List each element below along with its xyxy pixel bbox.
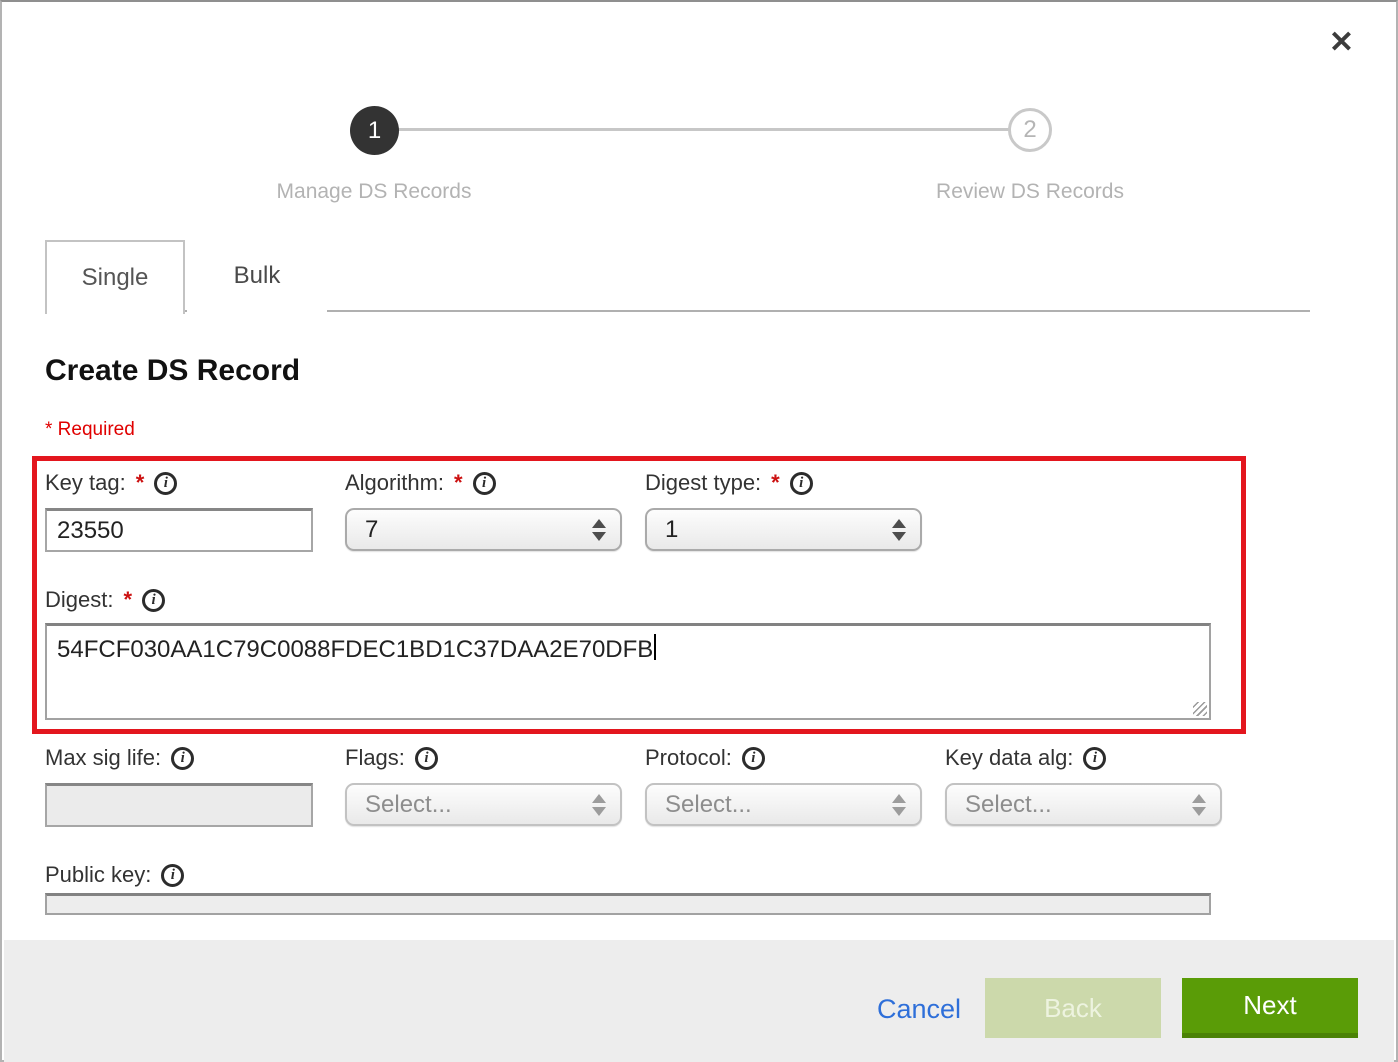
public-key-info-icon[interactable]: i (161, 864, 184, 887)
public-key-textarea[interactable] (45, 893, 1211, 915)
stepper-step-1-number: 1 (368, 117, 381, 145)
cancel-link[interactable]: Cancel (877, 994, 961, 1025)
digest-type-select-value: 1 (665, 516, 892, 544)
key-tag-required-star: * (136, 470, 145, 496)
key-data-alg-select[interactable]: Select... (945, 783, 1222, 826)
stepper-step-2-label: Review DS Records (870, 180, 1190, 204)
algorithm-info-icon[interactable]: i (473, 472, 496, 495)
tab-bulk-label: Bulk (234, 262, 281, 290)
stepper-step-2-circle: 2 (1008, 108, 1052, 152)
flags-info-icon[interactable]: i (415, 747, 438, 770)
algorithm-select[interactable]: 7 (345, 508, 622, 551)
required-note: * Required (45, 419, 135, 441)
protocol-select-value: Select... (665, 791, 892, 819)
key-tag-label: Key tag: * i (45, 470, 177, 496)
close-glyph: ✕ (1329, 26, 1354, 59)
protocol-label: Protocol: i (645, 745, 765, 771)
digest-type-info-icon[interactable]: i (790, 472, 813, 495)
protocol-label-text: Protocol: (645, 745, 732, 771)
digest-label: Digest: * i (45, 587, 165, 613)
flags-label: Flags: i (345, 745, 438, 771)
digest-textarea[interactable]: 54FCF030AA1C79C0088FDEC1BD1C37DAA2E70DFB (45, 623, 1211, 720)
digest-required-star: * (123, 587, 132, 613)
public-key-label: Public key: i (45, 862, 184, 888)
protocol-info-icon[interactable]: i (742, 747, 765, 770)
algorithm-select-value: 7 (365, 516, 592, 544)
key-tag-label-text: Key tag: (45, 470, 126, 496)
digest-info-icon[interactable]: i (142, 589, 165, 612)
page-title: Create DS Record (45, 354, 300, 388)
key-data-alg-select-value: Select... (965, 791, 1192, 819)
protocol-select[interactable]: Select... (645, 783, 922, 826)
max-sig-life-label: Max sig life: i (45, 745, 194, 771)
tab-single-label: Single (82, 264, 149, 292)
flags-select-value: Select... (365, 791, 592, 819)
tab-single[interactable]: Single (45, 240, 185, 314)
key-data-alg-label: Key data alg: i (945, 745, 1106, 771)
max-sig-life-info-icon[interactable]: i (171, 747, 194, 770)
max-sig-life-input[interactable] (45, 783, 313, 827)
select-arrows-icon (1192, 794, 1206, 816)
key-data-alg-info-icon[interactable]: i (1083, 747, 1106, 770)
flags-select[interactable]: Select... (345, 783, 622, 826)
digest-type-label-text: Digest type: (645, 470, 761, 496)
text-caret (654, 634, 656, 660)
algorithm-label-text: Algorithm: (345, 470, 444, 496)
digest-textarea-value: 54FCF030AA1C79C0088FDEC1BD1C37DAA2E70DFB (57, 636, 653, 663)
public-key-label-text: Public key: (45, 862, 151, 888)
select-arrows-icon (892, 519, 906, 541)
select-arrows-icon (892, 794, 906, 816)
next-button[interactable]: Next (1182, 978, 1358, 1038)
select-arrows-icon (592, 519, 606, 541)
key-tag-input[interactable] (45, 508, 313, 552)
stepper-step-1-circle: 1 (350, 106, 399, 155)
select-arrows-icon (592, 794, 606, 816)
stepper-connector-line (374, 128, 1030, 131)
digest-type-required-star: * (771, 470, 780, 496)
resize-handle[interactable] (1193, 702, 1207, 716)
flags-label-text: Flags: (345, 745, 405, 771)
stepper-step-2-number: 2 (1023, 116, 1036, 144)
algorithm-required-star: * (454, 470, 463, 496)
digest-label-text: Digest: (45, 587, 113, 613)
close-icon[interactable]: ✕ (1329, 28, 1354, 58)
algorithm-label: Algorithm: * i (345, 470, 496, 496)
tab-bulk[interactable]: Bulk (187, 240, 327, 312)
stepper-step-1-label: Manage DS Records (214, 180, 534, 204)
max-sig-life-label-text: Max sig life: (45, 745, 161, 771)
back-button[interactable]: Back (985, 978, 1161, 1038)
key-tag-info-icon[interactable]: i (154, 472, 177, 495)
digest-type-label: Digest type: * i (645, 470, 813, 496)
digest-type-select[interactable]: 1 (645, 508, 922, 551)
key-data-alg-label-text: Key data alg: (945, 745, 1073, 771)
create-ds-record-modal: ✕ 1 2 Manage DS Records Review DS Record… (0, 0, 1398, 1062)
